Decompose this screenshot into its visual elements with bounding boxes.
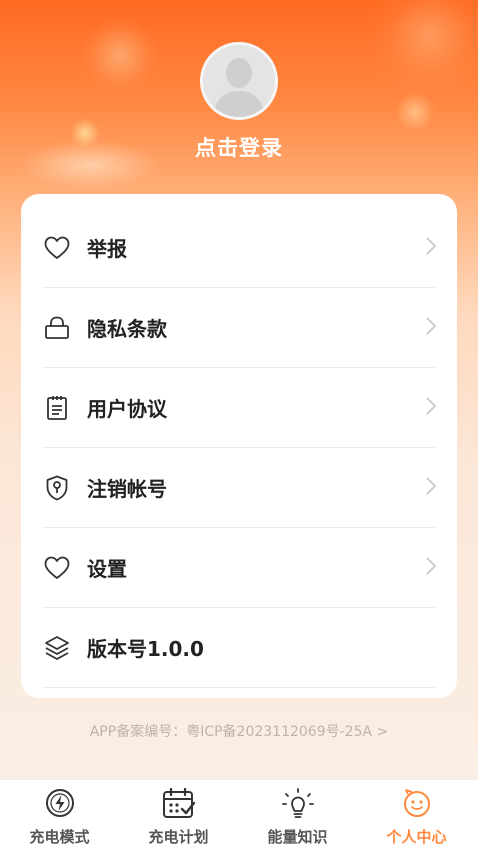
menu-item-label: 用户协议 [87,397,167,421]
lightbulb-icon [238,788,357,820]
default-avatar-icon [203,45,275,117]
chevron-right-icon [425,236,437,260]
shield-key-icon [43,474,71,502]
heart-icon [43,554,71,582]
menu-item-report[interactable]: 举报 [43,208,437,288]
clipboard-icon [43,394,71,422]
version-label: 版本号1.0.0 [87,637,204,661]
sparkle-decoration [395,92,435,132]
icp-record-link[interactable]: APP备案编号：粤ICP备2023112069号-25A > [0,721,478,741]
avatar[interactable] [200,42,278,120]
menu-item-user-agreement[interactable]: 用户协议 [43,368,437,448]
chevron-right-icon [425,316,437,340]
lock-icon [43,314,71,342]
bottom-tab-bar: 充电模式 充电计划 能量知识 个人中心 [0,779,478,850]
menu-item-label: 隐私条款 [87,317,167,341]
tab-personal-center[interactable]: 个人中心 [357,780,476,850]
login-link[interactable]: 点击登录 [0,132,478,162]
tab-label: 充电模式 [29,828,90,846]
chevron-right-icon [425,476,437,500]
calendar-check-icon [119,788,238,820]
tab-label: 个人中心 [386,828,447,846]
menu-item-privacy[interactable]: 隐私条款 [43,288,437,368]
tab-label: 能量知识 [267,828,328,846]
menu-card: 举报 隐私条款 用户协议 注销帐号 设置 版本号1.0.0 [21,194,457,698]
tab-label: 充电计划 [148,828,209,846]
chevron-right-icon [425,396,437,420]
firework-decoration [80,20,160,90]
tab-energy-knowledge[interactable]: 能量知识 [238,780,357,850]
menu-item-settings[interactable]: 设置 [43,528,437,608]
menu-item-label: 注销帐号 [87,477,167,501]
chevron-right-icon [425,556,437,580]
firework-decoration [360,0,478,90]
tab-charging-mode[interactable]: 充电模式 [0,780,119,850]
heart-icon [43,234,71,262]
menu-item-delete-account[interactable]: 注销帐号 [43,448,437,528]
menu-item-label: 设置 [87,557,127,581]
layers-icon [43,634,71,662]
bolt-circle-icon [0,788,119,818]
menu-item-version: 版本号1.0.0 [43,608,435,688]
tab-charging-plan[interactable]: 充电计划 [119,780,238,850]
smiley-face-icon [357,788,476,818]
menu-item-label: 举报 [87,237,127,261]
